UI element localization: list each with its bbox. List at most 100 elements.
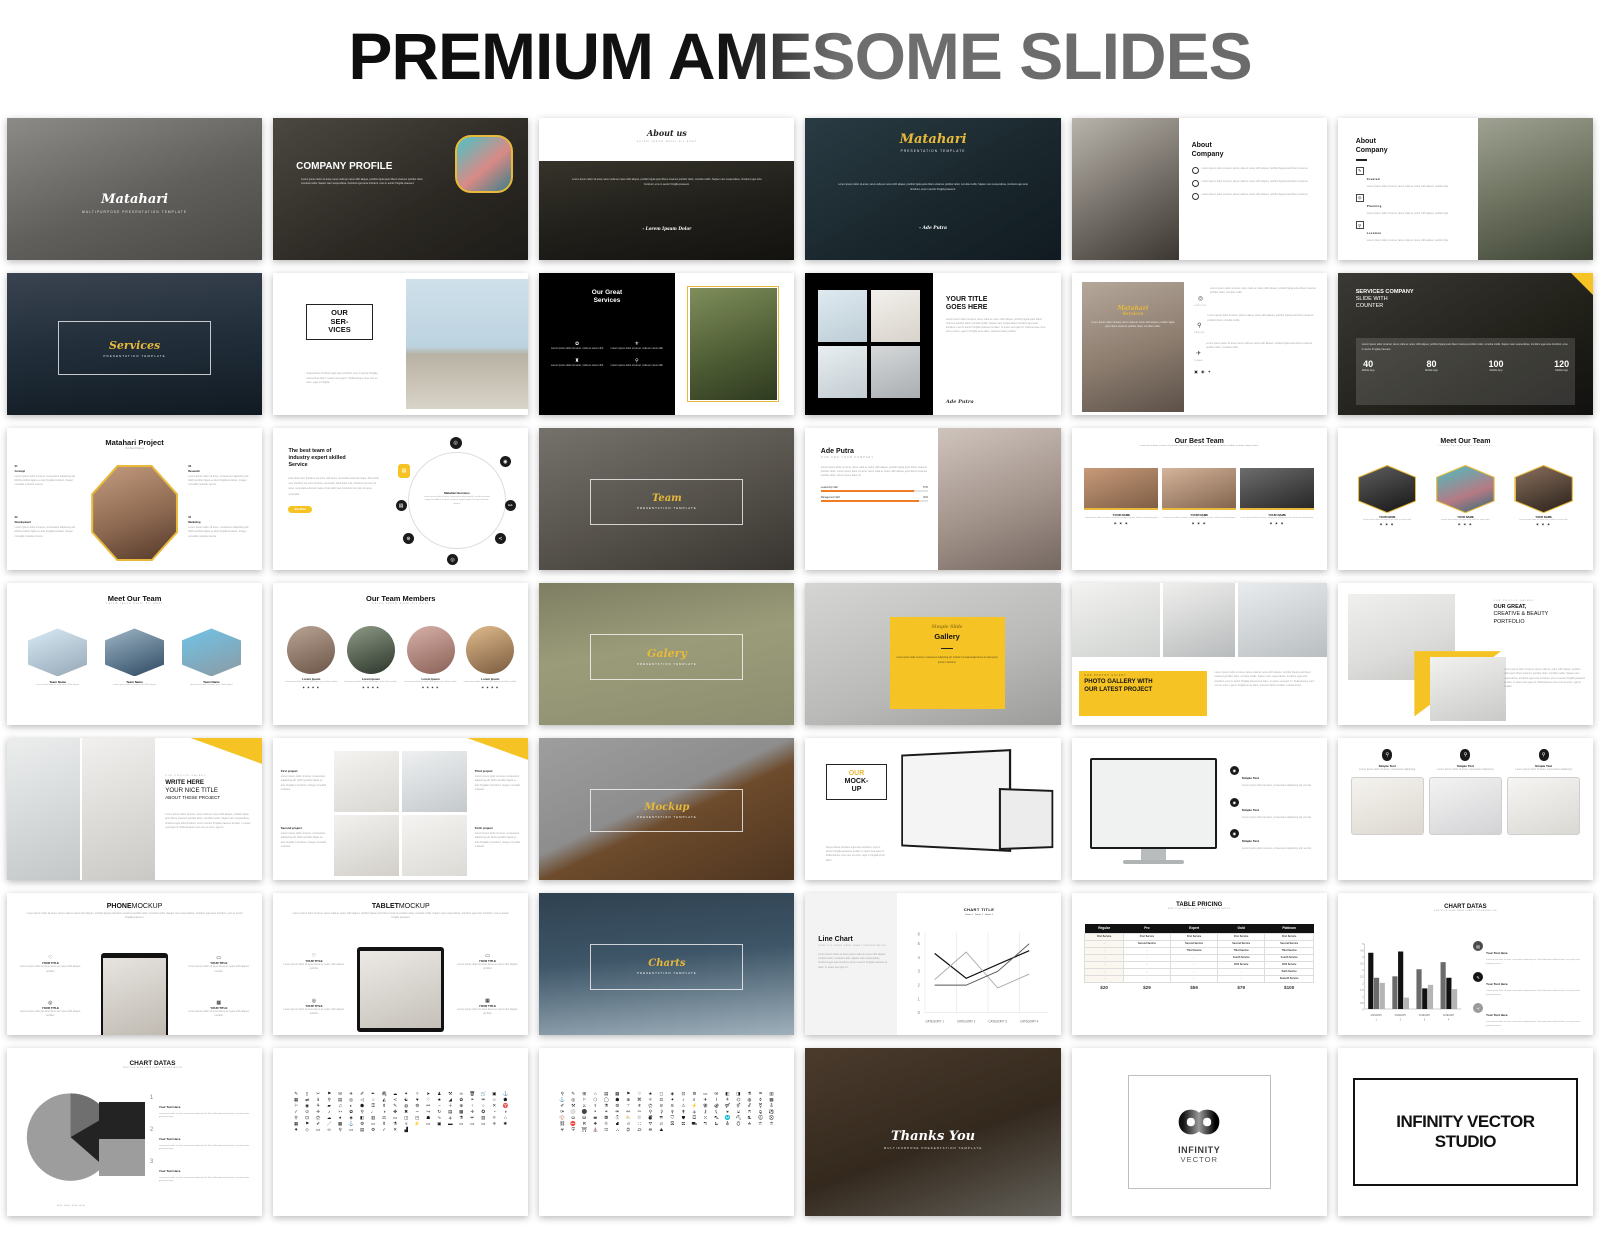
glyph-icon[interactable]: ✓ xyxy=(379,1127,389,1133)
glyph-icon[interactable]: ⚶ xyxy=(689,1109,699,1115)
glyph-icon[interactable]: ☁ xyxy=(324,1115,334,1121)
glyph-icon[interactable]: ⚱ xyxy=(755,1097,765,1103)
glyph-icon[interactable]: ⚚ xyxy=(623,1103,633,1109)
glyph-icon[interactable]: ▣ xyxy=(434,1121,444,1127)
slide-our-best-team[interactable]: Our Best Team Lorem ipsum dolor sit amet… xyxy=(1071,428,1327,570)
glyph-icon[interactable]: ⚿ xyxy=(368,1103,378,1109)
team-member-card[interactable]: YOUR NAME Lorem ipsum dolor sit amet lac… xyxy=(1351,464,1424,526)
glyph-icon[interactable]: ⚺ xyxy=(733,1109,743,1115)
glyph-icon[interactable]: ⛨ xyxy=(568,1127,578,1133)
glyph-icon[interactable]: ⛯ xyxy=(645,1127,655,1133)
glyph-icon[interactable]: ♅ xyxy=(401,1121,411,1127)
glyph-icon[interactable]: ⚢ xyxy=(700,1103,710,1109)
glyph-icon[interactable]: ▥ xyxy=(766,1091,776,1097)
slide-write-here-nice-title[interactable]: OUR PHOTOS GALERY WRITE HERE YOUR NICE T… xyxy=(7,738,263,880)
glyph-icon[interactable]: ◇ xyxy=(302,1127,312,1133)
glyph-icon[interactable]: ▤ xyxy=(357,1127,367,1133)
glyph-icon[interactable]: ↻ xyxy=(434,1109,444,1115)
glyph-icon[interactable]: ▩ xyxy=(335,1121,345,1127)
slide-icon-set-2[interactable]: ⚲ ✎ ⊞ ⌂ ▤ ▦ ⚑ ♡ ★ ◻ ◈ ⊡ ⚙ ▭ ✉ ◧ ◨ ⚗ ⌗ ▥ ⚓ ◎ ⚐ ⬡ ◯ ⬢ ⊕ ⌘ ⚛ ⚖ ✦ ♪ ♬ ✈ ⌇ ⚘ ⌬ ◍ ⚱ ▩… xyxy=(539,1048,795,1216)
glyph-icon[interactable]: ⛡ xyxy=(711,1121,721,1127)
social-icons[interactable]: ▣ ▣ ▣ xyxy=(1351,523,1424,526)
glyph-icon[interactable]: ⛄ xyxy=(612,1115,622,1121)
social-icons[interactable]: ▣ ▣ ▣ xyxy=(1162,522,1236,525)
glyph-icon[interactable]: ♈ xyxy=(500,1103,510,1109)
glyph-icon[interactable]: ⚾ xyxy=(557,1115,567,1121)
glyph-icon[interactable]: ☯ xyxy=(401,1097,411,1103)
glyph-icon[interactable]: ⚱ xyxy=(379,1121,389,1127)
slide-tablet-mockup-three[interactable]: ⚲ Simple Text Lorem ipsum dolor sit amet… xyxy=(1337,738,1593,880)
glyph-icon[interactable]: ▥ xyxy=(478,1115,488,1121)
slide-about-company-icons[interactable]: About Company ✎ Created Lorem ipsum dolo… xyxy=(1337,118,1593,260)
glyph-icon[interactable]: ✛ xyxy=(313,1109,323,1115)
glyph-icon[interactable]: ♡ xyxy=(634,1091,644,1097)
glyph-icon[interactable]: ▭ xyxy=(423,1121,433,1127)
glyph-icon[interactable]: − xyxy=(434,1103,444,1109)
glyph-icon[interactable]: ⛬ xyxy=(612,1127,622,1133)
glyph-icon[interactable]: ⚩ xyxy=(557,1109,567,1115)
glyph-icon[interactable]: ⛑ xyxy=(755,1115,765,1121)
glyph-icon[interactable]: ⛭ xyxy=(623,1127,633,1133)
glyph-icon[interactable]: ⛀ xyxy=(568,1115,578,1121)
slide-line-chart[interactable]: Line Chart SUBTITLE HERE DATA CHART PRES… xyxy=(805,893,1061,1035)
glyph-icon[interactable]: ☆ xyxy=(489,1097,499,1103)
glyph-icon[interactable]: ⚬ xyxy=(590,1109,600,1115)
glyph-icon[interactable]: ⚕ xyxy=(590,1103,600,1109)
glyph-icon[interactable]: ➤ xyxy=(423,1091,433,1097)
glyph-icon[interactable]: ⚛ xyxy=(489,1115,499,1121)
glyph-icon[interactable]: ▣ xyxy=(489,1091,499,1097)
slide-ade-putra-ceo[interactable]: Ade Putra OUR CEO YOUR COMPANY Lorem ips… xyxy=(805,428,1061,570)
glyph-icon[interactable]: ⚑ xyxy=(324,1091,334,1097)
glyph-icon[interactable]: ⚴ xyxy=(667,1109,677,1115)
glyph-icon[interactable]: ⛈ xyxy=(656,1115,666,1121)
glyph-icon[interactable]: ✖ xyxy=(401,1109,411,1115)
glyph-icon[interactable]: ⚫ xyxy=(579,1109,589,1115)
social-icons[interactable]: ◉ ◉ ◉ ◉ xyxy=(343,686,399,689)
glyph-icon[interactable]: ◧ xyxy=(357,1115,367,1121)
glyph-icon[interactable]: ⛩ xyxy=(579,1127,589,1133)
slide-photo-gallery-latest[interactable]: OUR PHOTOS GALERY PHOTO GALLERY WITH OUR… xyxy=(1071,583,1327,725)
glyph-icon[interactable]: ∿ xyxy=(434,1115,444,1121)
glyph-icon[interactable]: ⛞ xyxy=(678,1121,688,1127)
glyph-icon[interactable]: ◈ xyxy=(346,1115,356,1121)
team-member-card[interactable]: Team Name Lorem ipsum dolor sit amet lac… xyxy=(99,628,170,688)
glyph-icon[interactable]: ♬ xyxy=(689,1097,699,1103)
glyph-icon[interactable]: ⚓ xyxy=(346,1121,356,1127)
glyph-icon[interactable]: ▤ xyxy=(445,1109,455,1115)
glyph-icon[interactable]: ◔ xyxy=(489,1109,499,1115)
glyph-icon[interactable]: ⚲ xyxy=(557,1091,567,1097)
glyph-icon[interactable]: ⚮ xyxy=(478,1097,488,1103)
glyph-icon[interactable]: ▭ xyxy=(456,1121,466,1127)
glyph-icon[interactable]: ⚽ xyxy=(766,1109,776,1115)
glyph-icon[interactable]: ⊡ xyxy=(678,1091,688,1097)
glyph-icon[interactable]: ✕ xyxy=(489,1103,499,1109)
slide-about-us[interactable]: About us Lorem Ipsum dolor sit amet Lore… xyxy=(539,118,795,260)
glyph-icon[interactable]: ⚖ xyxy=(656,1097,666,1103)
glyph-icon[interactable]: ✓ xyxy=(291,1109,301,1115)
glyph-icon[interactable]: ⚗ xyxy=(601,1103,611,1109)
slide-your-title-goes-here[interactable]: YOUR TITLE GOES HERE Lorem ipsum dolor s… xyxy=(805,273,1061,415)
glyph-icon[interactable]: ✔ xyxy=(313,1121,323,1127)
glyph-icon[interactable]: ⛔ xyxy=(568,1121,578,1127)
slide-services-cover[interactable]: Services PRESENTATION TEMPLATE xyxy=(7,273,263,415)
glyph-icon[interactable]: ⚠ xyxy=(678,1103,688,1109)
glyph-icon[interactable]: ▩ xyxy=(766,1097,776,1103)
glyph-icon[interactable]: ✤ xyxy=(390,1109,400,1115)
glyph-icon[interactable]: ⊕ xyxy=(623,1097,633,1103)
glyph-icon[interactable]: ✛ xyxy=(467,1109,477,1115)
glyph-icon[interactable]: ✦ xyxy=(401,1091,411,1097)
icon-grid[interactable]: ⚲ ✎ ⊞ ⌂ ▤ ▦ ⚑ ♡ ★ ◻ ◈ ⊡ ⚙ ▭ ✉ ◧ ◨ ⚗ ⌗ ▥ ⚓ ◎ ⚐ ⬡ ◯ ⬢ ⊕ ⌘ ⚛ ⚖ ✦ ♪ ♬ ✈ ⌇ ⚘ ⌬ ◍ ⚱ ▩… xyxy=(557,1091,776,1133)
glyph-icon[interactable]: ➳ xyxy=(335,1109,345,1115)
glyph-icon[interactable]: ⊞ xyxy=(579,1091,589,1097)
glyph-icon[interactable]: ▥ xyxy=(368,1115,378,1121)
glyph-icon[interactable]: ⚒ xyxy=(568,1103,578,1109)
social-icons[interactable]: ▣ ◉ ✦ xyxy=(1194,369,1317,374)
glyph-icon[interactable]: ▭ xyxy=(313,1127,323,1133)
glyph-icon[interactable]: ☗ xyxy=(423,1115,433,1121)
slide-icon-set-1[interactable]: ✎ ▯ ✂ ⚑ ✉ ✈ ✐ ✒ 🖇 ☁ ✦ ✧ ➤ ♟ ⚒ ∞ 🗑 🛒 ▣ ⚓ ▦ ⇄ ℹ ⚲ ▤ ◎ ◁ ○ ◭ ≺ ☯ ♥ ♡ ★ ◢ ✿ ⚭ ⚮ ☆ ⬟… xyxy=(273,1048,529,1216)
glyph-icon[interactable]: ⚧ xyxy=(755,1103,765,1109)
slide-charts-cover[interactable]: Charts PRESENTATION TEMPLATE xyxy=(539,893,795,1035)
glyph-icon[interactable]: ▟ xyxy=(401,1127,411,1133)
glyph-icon[interactable]: ⬢ xyxy=(612,1097,622,1103)
glyph-icon[interactable]: ◰ xyxy=(412,1115,422,1121)
